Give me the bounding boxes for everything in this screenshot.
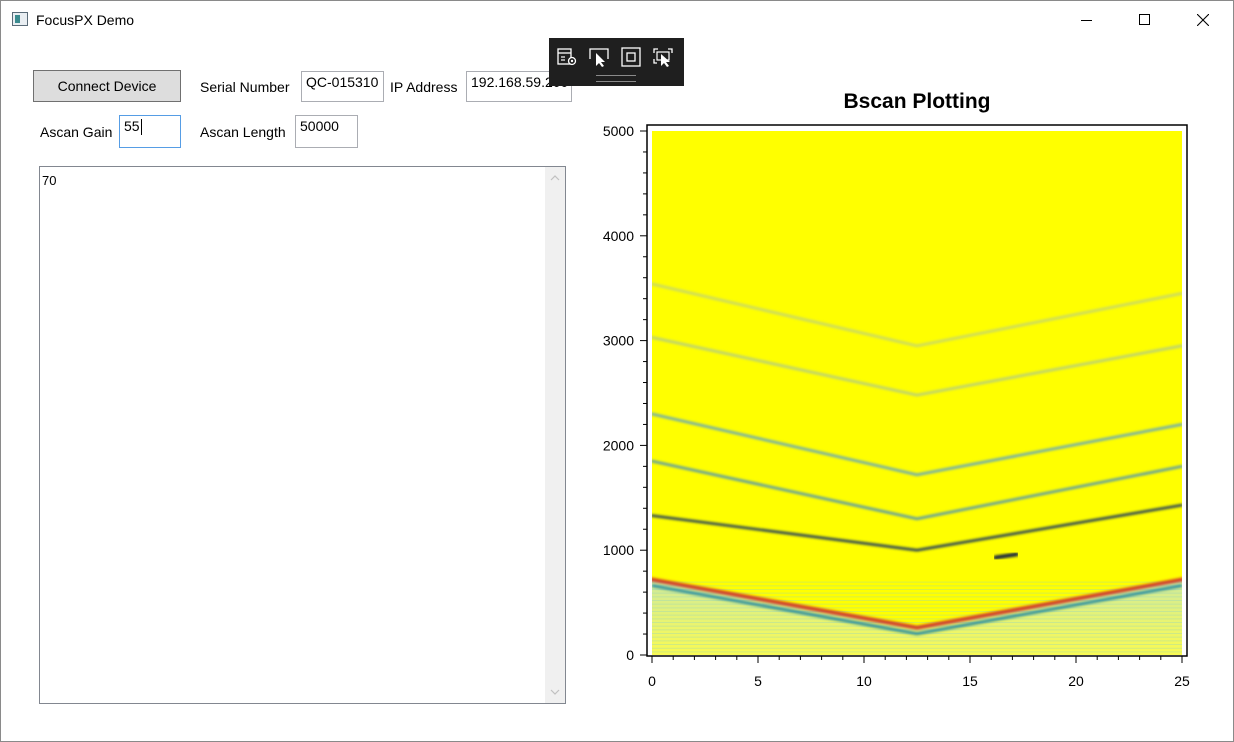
- y-tick-label: 3000: [603, 333, 634, 349]
- title-bar: FocusPX Demo: [1, 1, 1233, 39]
- log-textarea[interactable]: 70: [39, 166, 566, 704]
- maximize-icon: [1139, 14, 1150, 25]
- scroll-up-icon[interactable]: [550, 173, 560, 183]
- text-caret: [140, 119, 142, 136]
- y-tick-label: 2000: [603, 437, 634, 453]
- serial-number-field[interactable]: QC-015310: [301, 71, 384, 102]
- app-window: FocusPX Demo Connect Device Serial Numbe…: [0, 0, 1234, 742]
- maximize-button[interactable]: [1116, 1, 1174, 39]
- y-tick-label: 5000: [603, 123, 634, 139]
- y-tick-label: 0: [626, 647, 634, 663]
- ascan-gain-value: 55: [124, 118, 140, 134]
- x-tick-label: 15: [962, 673, 978, 689]
- toolbar-grip[interactable]: [596, 75, 636, 82]
- x-tick-label: 5: [754, 673, 762, 689]
- debug-toolbar: [549, 38, 684, 86]
- chart-title: Bscan Plotting: [843, 90, 991, 113]
- ascan-length-label: Ascan Length: [200, 124, 286, 140]
- x-tick-label: 10: [856, 673, 872, 689]
- y-tick-label: 4000: [603, 228, 634, 244]
- connect-device-button[interactable]: Connect Device: [33, 70, 181, 102]
- x-tick-label: 0: [648, 673, 656, 689]
- ascan-gain-label: Ascan Gain: [40, 124, 113, 140]
- log-text: 70: [42, 173, 57, 188]
- serial-number-label: Serial Number: [200, 79, 290, 95]
- close-icon: [1197, 14, 1209, 26]
- ip-address-label: IP Address: [390, 79, 458, 95]
- select-element-icon[interactable]: [587, 46, 611, 68]
- app-icon: [12, 12, 28, 26]
- minimize-button[interactable]: [1058, 1, 1116, 39]
- scroll-down-icon[interactable]: [550, 687, 560, 697]
- display-layout-adorners-icon[interactable]: [619, 46, 643, 68]
- track-focused-element-icon[interactable]: [651, 46, 675, 68]
- close-button[interactable]: [1174, 1, 1232, 39]
- ascan-gain-field[interactable]: 55: [119, 115, 181, 148]
- y-tick-label: 1000: [603, 542, 634, 558]
- x-tick-label: 20: [1068, 673, 1084, 689]
- live-visual-tree-icon[interactable]: [555, 46, 579, 68]
- ascan-length-field[interactable]: 50000: [295, 115, 358, 148]
- heatmap-background: [652, 131, 1182, 655]
- minimize-icon: [1081, 20, 1092, 21]
- bscan-chart: 0 5 10 15 20 25 0 1000 2000 3000 4000 5000: [603, 123, 1190, 689]
- x-tick-label: 25: [1174, 673, 1190, 689]
- vertical-scrollbar[interactable]: [545, 167, 565, 703]
- window-title: FocusPX Demo: [36, 12, 135, 28]
